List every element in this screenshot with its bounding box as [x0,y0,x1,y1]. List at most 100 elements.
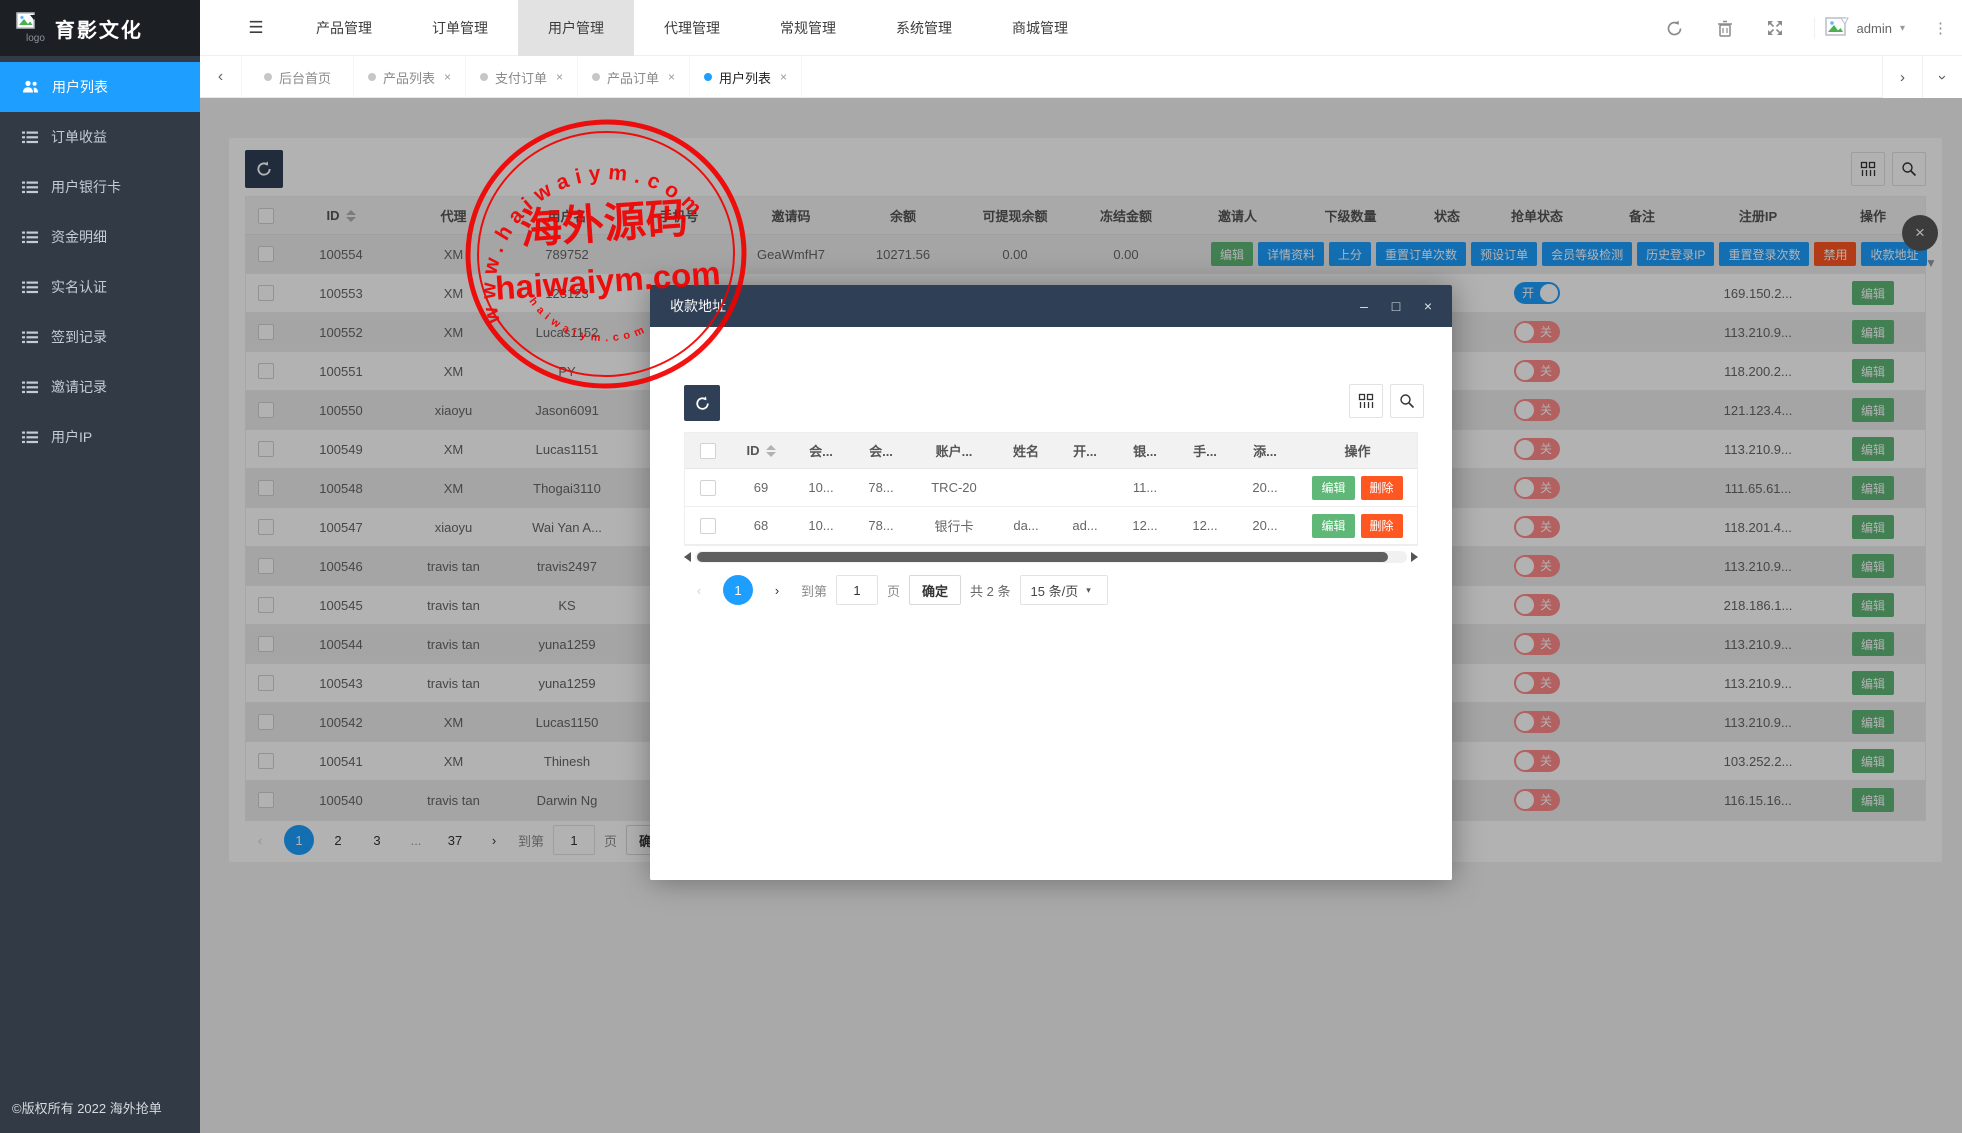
sidebar: 用户列表订单收益用户银行卡资金明细实名认证签到记录邀请记录用户IP ©版权所有 … [0,56,200,1133]
tab-item[interactable]: 后台首页 [242,56,354,98]
delete-button[interactable]: 删除 [1361,476,1403,500]
tab-close-icon[interactable]: × [444,70,451,84]
tab-menu-icon[interactable]: › [1922,56,1962,98]
navbar-right: admin ▾ ⋮ [1664,0,1948,56]
top-menu-item[interactable]: 订单管理 [402,0,518,56]
users-icon [22,80,39,94]
copyright-footer: ©版权所有 2022 海外抢单 [12,1098,162,1117]
sidebar-item-entry[interactable]: 邀请记录 [0,362,200,412]
data-cell: 20... [1234,507,1296,544]
address-table: ID会...会...账户...姓名开...银...手...添...操作 6910… [684,432,1418,546]
modal-search-icon[interactable] [1390,384,1424,418]
delete-button[interactable]: 删除 [1361,514,1403,538]
sort-asc-icon[interactable] [766,445,776,450]
select-all-checkbox[interactable] [700,443,716,459]
modal-columns-icon[interactable] [1349,384,1383,418]
more-menu-icon[interactable]: ⋮ [1933,19,1948,37]
tab-active[interactable]: 用户列表 × [690,56,802,98]
fullscreen-icon[interactable] [1764,17,1786,39]
list-icon [22,131,38,144]
operation-cell: 编辑删除 [1296,469,1419,506]
sort-icon[interactable] [766,445,776,457]
goto-label: 到第 [801,581,827,600]
page-number[interactable]: 1 [723,575,753,605]
data-cell: 11... [1114,469,1176,506]
row-checkbox[interactable] [700,518,716,534]
per-page-select[interactable]: 15 条/页▾ [1020,575,1108,605]
logo-area[interactable]: logo 育影文化 [0,0,200,56]
modal-pagination: ‹1›到第页确定共 2 条15 条/页▾ [684,575,1108,605]
top-menu-item[interactable]: 系统管理 [866,0,982,56]
sidebar-item-entry[interactable]: 用户IP [0,412,200,462]
trash-icon[interactable] [1714,17,1736,39]
tab-item[interactable]: 产品订单× [578,56,690,98]
address-row: 6810...78...银行卡da...ad...12...12...20...… [685,507,1417,545]
sidebar-item-label: 用户银行卡 [51,177,121,197]
sort-desc-icon[interactable] [766,452,776,457]
sidebar-collapse-icon[interactable]: ☰ [226,0,286,56]
modal-refresh-button[interactable] [684,385,720,421]
top-menu-item[interactable]: 用户管理 [518,0,634,56]
list-icon [22,281,38,294]
sidebar-item-entry[interactable]: 实名认证 [0,262,200,312]
edit-button[interactable]: 编辑 [1312,514,1354,538]
prev-page-icon[interactable]: ‹ [684,575,714,605]
tab-item[interactable]: 产品列表× [354,56,466,98]
modal-header[interactable]: 收款地址 – □ × [650,285,1452,327]
tab-scroll-left-icon[interactable]: ‹ [200,56,242,98]
data-cell: ad... [1056,507,1114,544]
tab-item[interactable]: 支付订单× [466,56,578,98]
payment-address-modal: 收款地址 – □ × ID会...会...账户...姓名开...银...手...… [650,285,1452,880]
edit-button[interactable]: 编辑 [1312,476,1354,500]
column-header: 开... [1056,433,1114,468]
tab-operations: › › [1882,56,1962,98]
tab-close-icon[interactable]: × [668,70,675,84]
tab-scroll-right-icon[interactable]: › [1882,56,1922,98]
goto-page-input[interactable] [836,575,878,605]
horizontal-scrollbar [684,551,1418,563]
sidebar-item-entry[interactable]: 资金明细 [0,212,200,262]
top-menu-item[interactable]: 常规管理 [750,0,866,56]
broken-avatar-icon [1825,17,1849,39]
data-cell: 78... [850,507,912,544]
top-menu-item[interactable]: 产品管理 [286,0,402,56]
tab-close-icon[interactable]: × [780,70,787,84]
refresh-icon[interactable] [1664,17,1686,39]
username-label: admin [1857,21,1892,36]
scroll-right-arrow-icon[interactable] [1411,552,1418,562]
scrollbar-thumb[interactable] [697,552,1388,562]
list-icon [22,231,38,244]
row-checkbox[interactable] [700,480,716,496]
tab-label: 用户列表 [719,68,771,87]
scroll-left-arrow-icon[interactable] [684,552,691,562]
top-menu-item[interactable]: 商城管理 [982,0,1098,56]
sidebar-item-label: 用户IP [51,427,92,447]
sidebar-item-entry[interactable]: 签到记录 [0,312,200,362]
user-menu[interactable]: admin ▾ [1814,17,1905,39]
data-cell: 20... [1234,469,1296,506]
sidebar-item-label: 资金明细 [51,227,107,247]
data-cell: 10... [792,469,850,506]
sidebar-item-label: 用户列表 [52,77,108,97]
sidebar-item-users[interactable]: 用户列表 [0,62,200,112]
data-cell: TRC-20 [912,469,996,506]
top-menu: 产品管理订单管理用户管理代理管理常规管理系统管理商城管理 [286,0,1098,56]
confirm-page-button[interactable]: 确定 [909,575,961,605]
brand-title: 育影文化 [55,14,143,43]
modal-title: 收款地址 [670,296,726,316]
tab-close-icon[interactable]: × [556,70,563,84]
top-menu-item[interactable]: 代理管理 [634,0,750,56]
column-header: 银... [1114,433,1176,468]
tab-dot-icon [264,73,272,81]
list-icon [22,431,38,444]
sidebar-item-entry[interactable]: 订单收益 [0,112,200,162]
data-cell [1056,469,1114,506]
data-cell: 10... [792,507,850,544]
next-page-icon[interactable]: › [762,575,792,605]
close-icon[interactable]: × [1420,298,1436,314]
maximize-icon[interactable]: □ [1388,298,1404,314]
sidebar-item-entry[interactable]: 用户银行卡 [0,162,200,212]
scrollbar-track[interactable] [695,551,1407,563]
minimize-icon[interactable]: – [1356,298,1372,314]
data-cell [996,469,1056,506]
